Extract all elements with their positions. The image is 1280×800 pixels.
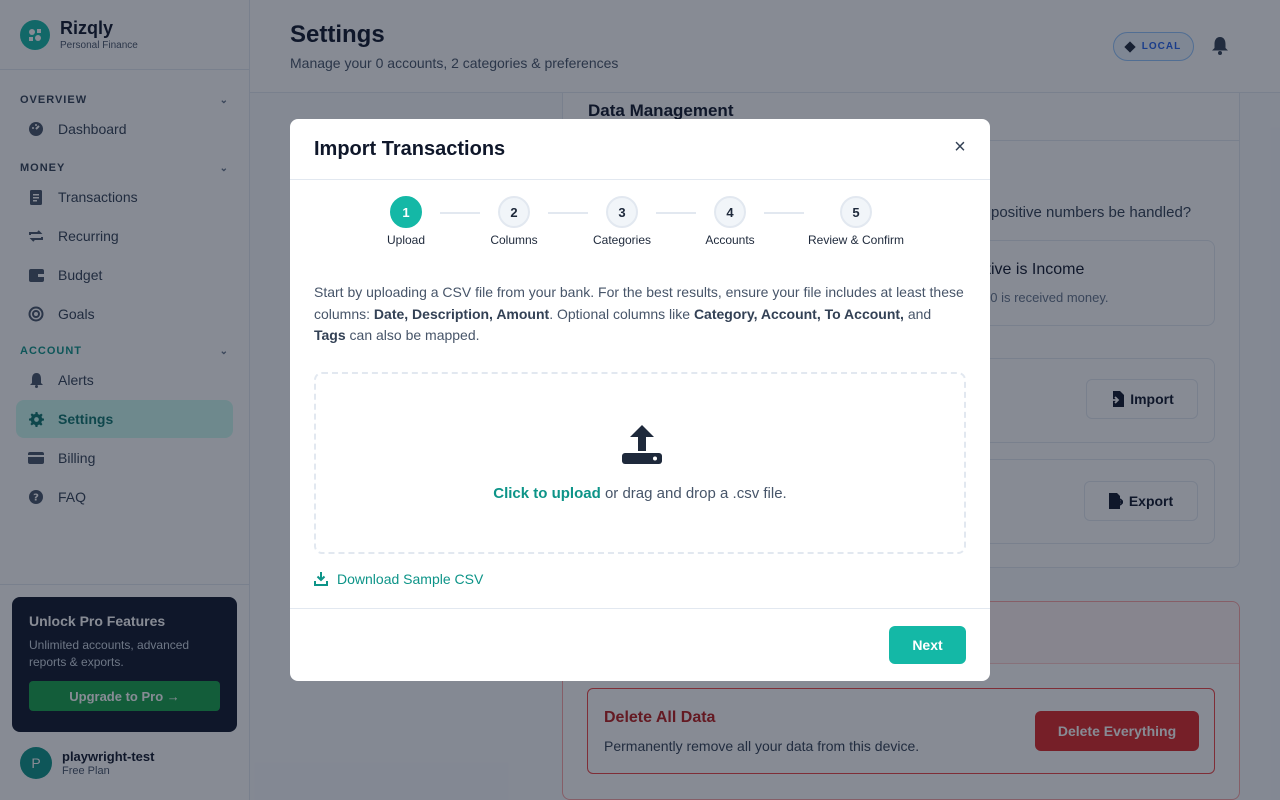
import-transactions-modal: Import Transactions × 1 Upload 2 Columns… <box>290 119 990 681</box>
step-number: 5 <box>840 196 872 228</box>
tags-column: Tags <box>314 327 346 343</box>
optional-columns: Category, Account, To Account, <box>693 305 904 322</box>
required-columns: Date, Description, Amount <box>373 305 550 322</box>
step-label: Upload <box>386 233 426 247</box>
step-upload: 1 Upload <box>382 196 430 247</box>
step-connector <box>548 212 588 214</box>
step-label: Accounts <box>705 233 755 247</box>
step-number: 3 <box>606 196 638 228</box>
intro-text: and <box>903 305 932 322</box>
drag-drop-text: or drag and drop a .csv file. <box>600 485 787 502</box>
step-columns: 2 Columns <box>484 196 544 247</box>
step-label: Review & Confirm <box>807 233 905 247</box>
step-number: 4 <box>714 196 746 228</box>
step-label: Columns <box>490 233 538 247</box>
step-number: 2 <box>498 196 530 228</box>
step-connector <box>764 212 804 214</box>
step-categories: 3 Categories <box>589 196 655 247</box>
step-connector <box>656 212 696 214</box>
step-accounts: 4 Accounts <box>699 196 761 247</box>
upload-icon <box>622 425 662 464</box>
step-number: 1 <box>390 196 422 228</box>
step-review-confirm: 5 Review & Confirm <box>804 196 908 247</box>
download-sample-csv-link[interactable]: Download Sample CSV <box>314 571 483 587</box>
csv-dropzone[interactable]: Click to upload or drag and drop a .csv … <box>314 372 966 554</box>
modal-title: Import Transactions <box>314 138 506 160</box>
intro-text: . Optional columns like <box>549 305 694 322</box>
intro-text: can also be mapped. <box>345 327 480 343</box>
download-icon <box>314 572 328 586</box>
step-connector <box>440 212 480 214</box>
next-button[interactable]: Next <box>889 626 966 664</box>
divider <box>290 179 990 180</box>
click-to-upload-link[interactable]: Click to upload <box>493 485 601 502</box>
step-label: Categories <box>592 233 652 247</box>
divider <box>290 608 990 609</box>
close-icon[interactable]: × <box>950 137 970 157</box>
sample-label: Download Sample CSV <box>337 571 484 587</box>
upload-instructions: Start by uploading a CSV file from your … <box>314 282 966 347</box>
dropzone-text: Click to upload or drag and drop a .csv … <box>316 485 964 502</box>
